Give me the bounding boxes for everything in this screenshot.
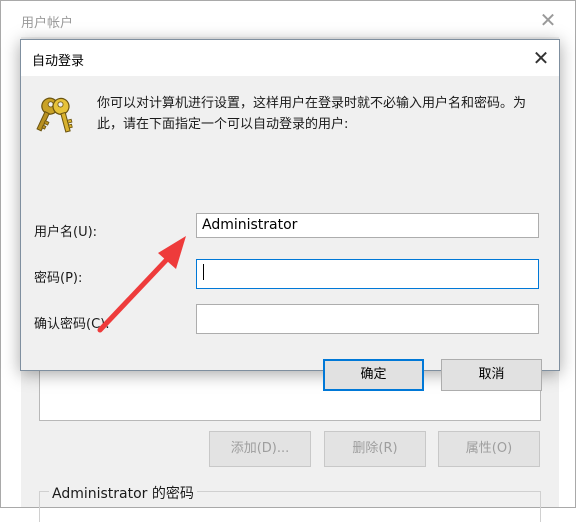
keys-icon — [36, 97, 73, 133]
username-label: 用户名(U): — [34, 225, 98, 240]
confirm-password-field[interactable] — [196, 304, 539, 334]
dialog-close-icon[interactable]: ✕ — [529, 46, 553, 70]
dialog-titlebar: 自动登录 ✕ — [21, 40, 559, 76]
cancel-button[interactable]: 取消 — [441, 359, 542, 391]
user-accounts-title: 用户帐户 — [21, 16, 74, 31]
password-label: 密码(P): — [34, 271, 83, 286]
dialog-title: 自动登录 — [32, 54, 85, 69]
ok-button[interactable]: 确定 — [323, 359, 424, 391]
properties-button[interactable]: 属性(O) — [438, 431, 540, 467]
add-button[interactable]: 添加(D)... — [209, 431, 311, 467]
dialog-body: 你可以对计算机进行设置，这样用户在登录时就不必输入用户名和密码。为此，请在下面指… — [21, 76, 559, 391]
user-accounts-titlebar: 用户帐户 ✕ — [1, 1, 575, 37]
password-group-label: Administrator 的密码 — [49, 483, 197, 503]
dialog-description: 你可以对计算机进行设置，这样用户在登录时就不必输入用户名和密码。为此，请在下面指… — [97, 96, 527, 132]
user-accounts-close-icon[interactable]: ✕ — [537, 9, 559, 31]
text-caret — [203, 264, 204, 280]
password-field[interactable] — [196, 259, 539, 289]
confirm-password-label: 确认密码(C): — [34, 317, 110, 332]
remove-button[interactable]: 删除(R) — [324, 431, 426, 467]
auto-logon-dialog: 自动登录 ✕ 你可以对计算机进行设置，这样用户在登录时就不必输入用户名和密码。为… — [20, 39, 560, 391]
username-field[interactable]: Administrator — [196, 213, 539, 238]
